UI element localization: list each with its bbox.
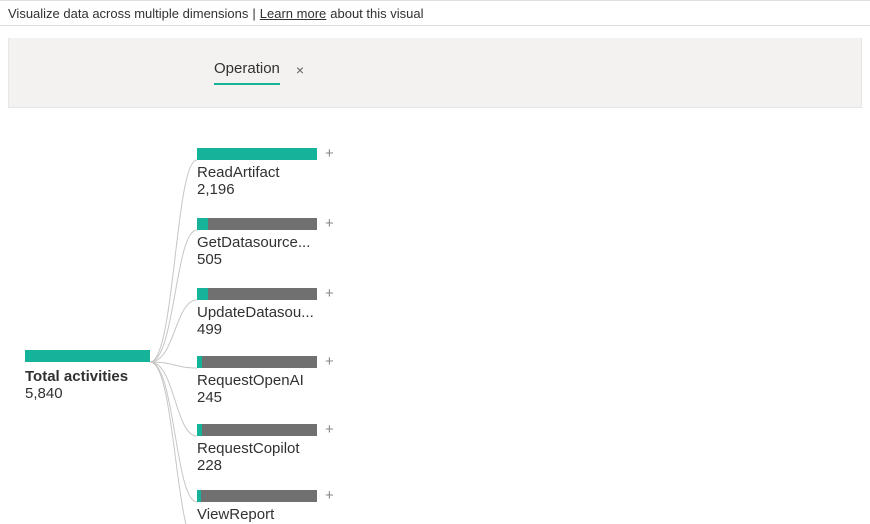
leaf-node[interactable]: + RequestCopilot 228 xyxy=(197,424,337,474)
leaf-label: ReadArtifact xyxy=(197,164,327,181)
leaf-label: UpdateDatasou... xyxy=(197,304,327,321)
leaf-label: RequestOpenAI xyxy=(197,372,327,389)
leaf-bar-fill xyxy=(197,288,208,300)
banner-separator: | xyxy=(252,6,255,21)
close-icon[interactable]: × xyxy=(296,62,304,80)
leaf-bar xyxy=(197,424,317,436)
decomposition-tree: Total activities 5,840 + ReadArtifact 2,… xyxy=(0,108,870,524)
leaf-node[interactable]: + GetDatasource... 505 xyxy=(197,218,337,268)
expand-icon[interactable]: + xyxy=(325,148,334,160)
leaf-bar-fill xyxy=(197,490,201,502)
banner-text: Visualize data across multiple dimension… xyxy=(8,6,248,21)
leaf-node[interactable]: + RequestOpenAI 245 xyxy=(197,356,337,406)
root-value: 5,840 xyxy=(25,385,150,402)
leaf-bar xyxy=(197,490,317,502)
root-label: Total activities xyxy=(25,368,150,385)
leaf-node[interactable]: + ViewReport 195 xyxy=(197,490,337,524)
dimension-label: Operation xyxy=(214,56,280,85)
leaf-value: 2,196 xyxy=(197,181,337,198)
learn-more-link[interactable]: Learn more xyxy=(260,6,326,21)
leaf-value: 228 xyxy=(197,457,337,474)
root-node[interactable]: Total activities 5,840 xyxy=(25,350,150,402)
leaf-bar-fill xyxy=(197,218,208,230)
expand-icon[interactable]: + xyxy=(325,356,334,368)
leaf-label: RequestCopilot xyxy=(197,440,327,457)
expand-icon[interactable]: + xyxy=(325,288,334,300)
leaf-node[interactable]: + UpdateDatasou... 499 xyxy=(197,288,337,338)
expand-icon[interactable]: + xyxy=(325,218,334,230)
dimension-chip[interactable]: Operation × xyxy=(214,56,304,85)
tree-connectors xyxy=(0,108,870,524)
leaf-bar-fill xyxy=(197,148,317,160)
leaf-bar-fill xyxy=(197,424,202,436)
expand-icon[interactable]: + xyxy=(325,424,334,436)
leaf-label: GetDatasource... xyxy=(197,234,327,251)
dimension-header: Operation × xyxy=(8,38,862,108)
leaf-label: ViewReport xyxy=(197,506,327,523)
leaf-value: 245 xyxy=(197,389,337,406)
leaf-node[interactable]: + ReadArtifact 2,196 xyxy=(197,148,337,198)
leaf-bar xyxy=(197,218,317,230)
leaf-bar xyxy=(197,288,317,300)
info-banner: Visualize data across multiple dimension… xyxy=(0,0,870,26)
root-bar xyxy=(25,350,150,362)
leaf-bar xyxy=(197,356,317,368)
expand-icon[interactable]: + xyxy=(325,490,334,502)
banner-text-after: about this visual xyxy=(330,6,423,21)
leaf-value: 505 xyxy=(197,251,337,268)
leaf-bar xyxy=(197,148,317,160)
leaf-value: 499 xyxy=(197,321,337,338)
leaf-bar-fill xyxy=(197,356,202,368)
